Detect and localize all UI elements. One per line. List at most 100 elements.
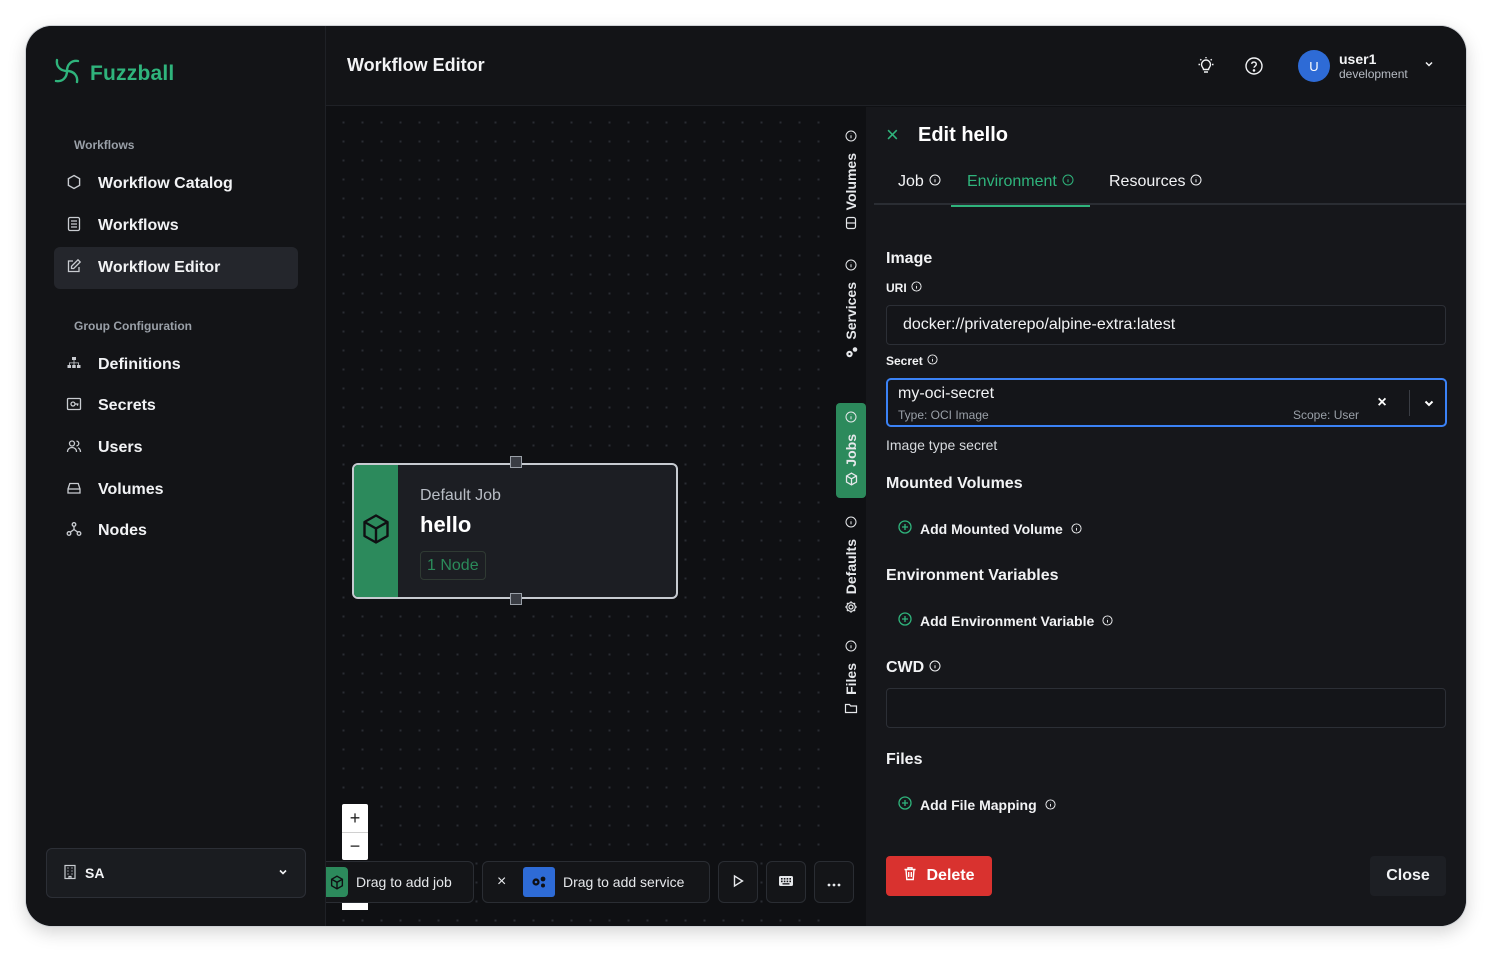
sidebar-item-workflows[interactable]: Workflows (54, 205, 298, 247)
tab-label: Resources (1109, 173, 1186, 190)
hexagon-icon (66, 174, 82, 195)
folder-icon (844, 701, 858, 719)
secret-select[interactable]: my-oci-secret Type: OCI Image Scope: Use… (886, 378, 1447, 427)
tab-label: Environment (967, 173, 1057, 190)
zoom-in-button[interactable]: + (342, 804, 368, 832)
sidebar-item-workflow-catalog[interactable]: Workflow Catalog (54, 163, 298, 205)
sidebar-item-volumes[interactable]: Volumes (54, 469, 298, 511)
info-icon (1062, 173, 1074, 191)
tab-resources[interactable]: Resources (1093, 159, 1218, 205)
environment-variables-title: Environment Variables (886, 567, 1059, 584)
user-environment: development (1339, 66, 1408, 81)
secret-type: Type: OCI Image (898, 408, 989, 422)
avatar: U (1298, 50, 1330, 82)
image-section-title: Image (886, 250, 933, 267)
node-handle-top[interactable] (510, 456, 522, 468)
side-tab-jobs[interactable]: Jobs (836, 403, 866, 498)
cwd-input[interactable] (886, 688, 1446, 728)
nodes-icon (66, 521, 82, 542)
keyboard-button[interactable] (766, 861, 806, 903)
organization-select[interactable]: SA (46, 848, 306, 898)
drag-add-job-label: Drag to add job (356, 874, 452, 890)
side-tab-services[interactable]: Services (836, 257, 866, 365)
select-divider (1409, 390, 1410, 416)
add-mounted-volume-label: Add Mounted Volume (920, 520, 1063, 537)
building-icon (63, 864, 77, 883)
side-tab-volumes[interactable]: Volumes (836, 127, 866, 237)
cogs-icon (845, 346, 858, 364)
drive-icon (66, 480, 82, 501)
side-tab-files[interactable]: Files (836, 639, 866, 719)
sidebar-item-nodes[interactable]: Nodes (54, 510, 298, 552)
info-icon (845, 129, 857, 147)
info-icon (845, 258, 857, 276)
info-icon (1190, 173, 1202, 191)
tab-job[interactable]: Job (882, 159, 957, 205)
sidebar-item-label: Definitions (98, 356, 181, 373)
sidebar-item-label: Users (98, 439, 143, 456)
sidebar-item-secrets[interactable]: Secrets (54, 385, 298, 427)
brand-name: Fuzzball (90, 61, 175, 85)
cube-icon (326, 867, 348, 897)
delete-button[interactable]: Delete (886, 856, 992, 896)
help-icon[interactable] (1244, 56, 1264, 76)
job-node-hello[interactable]: Default Job hello 1 Node (352, 456, 678, 605)
zoom-out-button[interactable]: − (342, 832, 368, 860)
info-icon (845, 410, 857, 428)
section-label-workflows: Workflows (74, 138, 135, 152)
node-title: hello (420, 512, 472, 537)
info-icon (911, 281, 922, 295)
side-tab-label: Defaults (843, 538, 859, 595)
remove-icon[interactable]: × (497, 873, 511, 891)
sidebar-item-workflow-editor[interactable]: Workflow Editor (54, 247, 298, 289)
side-tab-defaults[interactable]: Defaults (836, 512, 866, 622)
tab-environment[interactable]: Environment (951, 159, 1090, 207)
side-tabs: Volumes Services Jobs Defaults Files (834, 107, 866, 926)
plus-circle-icon (898, 520, 912, 537)
add-file-mapping-button[interactable]: Add File Mapping (898, 796, 1056, 813)
lightbulb-icon[interactable] (1196, 56, 1216, 76)
brand[interactable]: Fuzzball (52, 56, 174, 91)
sidebar-item-label: Workflow Editor (98, 259, 221, 276)
uri-input[interactable]: docker://privaterepo/alpine-extra:latest (886, 305, 1446, 345)
info-icon (927, 354, 938, 368)
sidebar-item-definitions[interactable]: Definitions (54, 344, 298, 386)
user-menu[interactable]: U user1 development (1298, 50, 1435, 82)
side-tab-label: Volumes (843, 152, 859, 211)
edit-icon (66, 258, 82, 279)
node-type-stripe (354, 465, 398, 597)
app-window: Fuzzball Workflows Workflow Catalog Work… (26, 26, 1466, 926)
sidebar-item-users[interactable]: Users (54, 427, 298, 469)
cube-icon (361, 513, 391, 550)
secret-selected-value: my-oci-secret (898, 385, 995, 402)
secret-helper-text: Image type secret (886, 437, 998, 453)
page-title: Workflow Editor (347, 55, 485, 75)
run-button[interactable] (718, 861, 758, 903)
database-icon (845, 216, 857, 235)
trash-icon (903, 866, 917, 886)
chevron-down-icon[interactable] (1418, 390, 1440, 416)
side-tab-label: Services (843, 282, 859, 340)
add-environment-variable-button[interactable]: Add Environment Variable (898, 612, 1113, 629)
drag-add-service-button[interactable]: × Drag to add service (482, 861, 710, 903)
add-mounted-volume-button[interactable]: Add Mounted Volume (898, 520, 1082, 537)
key-icon (66, 396, 82, 417)
secret-label: Secret (886, 354, 938, 368)
info-icon (1045, 797, 1056, 813)
info-icon (929, 659, 941, 677)
cogs-icon (523, 867, 555, 897)
sidebar-item-label: Nodes (98, 522, 147, 539)
close-panel-icon[interactable]: × (886, 122, 899, 148)
play-icon (731, 874, 745, 891)
add-environment-variable-label: Add Environment Variable (920, 612, 1095, 629)
node-handle-bottom[interactable] (510, 593, 522, 605)
secret-label-text: Secret (886, 354, 923, 368)
close-button[interactable]: Close (1370, 856, 1446, 896)
organization-name: SA (85, 865, 105, 881)
clear-selection-icon[interactable]: × (1372, 390, 1392, 416)
workflow-canvas[interactable]: Default Job hello 1 Node + − Drag to add… (326, 107, 854, 926)
delete-label: Delete (926, 867, 975, 884)
drag-add-job-button[interactable]: Drag to add job (326, 861, 474, 903)
chevron-down-icon (277, 865, 289, 881)
side-tab-label: Files (843, 663, 859, 695)
